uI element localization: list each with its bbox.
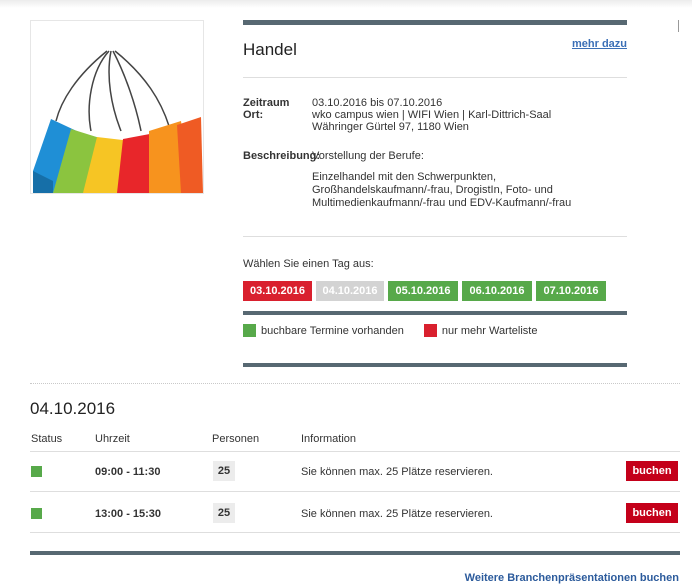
day-button-04[interactable]: 04.10.2016	[316, 281, 384, 301]
event-title: Handel	[243, 40, 297, 59]
waitlist-legend-icon	[423, 324, 437, 337]
separator	[243, 77, 627, 78]
day-buttons: 03.10.2016 04.10.2016 05.10.2016 06.10.2…	[243, 281, 606, 301]
waitlist-legend-label: nur mehr Warteliste	[441, 324, 538, 337]
beschreibung-label: Beschreibung:	[243, 150, 321, 162]
separator	[243, 236, 627, 237]
row-time: 09:00 - 11:30	[95, 466, 161, 478]
book-button[interactable]: buchen	[626, 461, 678, 481]
top-bar	[243, 20, 627, 25]
row-info: Sie können max. 25 Plätze reservieren.	[301, 466, 493, 478]
legend: buchbare Termine vorhanden nur mehr Wart…	[243, 324, 537, 337]
status-indicator-icon	[31, 466, 42, 477]
table-divider	[30, 491, 680, 492]
status-indicator-icon	[31, 508, 42, 519]
day-button-03[interactable]: 03.10.2016	[243, 281, 312, 301]
row-persons: 25	[213, 503, 235, 523]
top-shadow	[0, 0, 692, 8]
schedule-date: 04.10.2016	[30, 399, 116, 418]
beschreibung-intro: Vorstellung der Berufe:	[312, 150, 424, 162]
dotted-divider	[30, 383, 680, 384]
more-presentations-link[interactable]: Weitere Branchenpräsentationen buchen	[465, 572, 679, 584]
row-time: 13:00 - 15:30	[95, 508, 162, 520]
row-info: Sie können max. 25 Plätze reservieren.	[301, 508, 493, 520]
table-divider	[30, 451, 680, 452]
shopping-bags-image	[30, 20, 204, 194]
row-persons: 25	[213, 461, 235, 481]
header-time: Uhrzeit	[95, 433, 130, 445]
ort-line2: Währinger Gürtel 97, 1180 Wien	[312, 121, 469, 133]
header-status: Status	[31, 433, 63, 445]
section-bar	[243, 363, 627, 367]
zeitraum-label: Zeitraum	[243, 97, 290, 109]
divider-mark	[678, 20, 679, 32]
available-legend-icon	[243, 324, 256, 337]
ort-label: Ort:	[243, 109, 264, 121]
table-divider	[30, 532, 680, 533]
day-button-05[interactable]: 05.10.2016	[388, 281, 458, 301]
section-bar	[243, 311, 627, 315]
footer-bar	[30, 551, 680, 555]
header-info: Information	[301, 433, 357, 445]
header-persons: Personen	[212, 433, 260, 445]
day-chooser-label: Wählen Sie einen Tag aus:	[243, 258, 374, 270]
beschreibung-text: Einzelhandel mit den Schwerpunkten, Groß…	[312, 171, 572, 209]
day-button-07[interactable]: 07.10.2016	[536, 281, 606, 301]
book-button[interactable]: buchen	[626, 503, 678, 523]
event-panel: Handel mehr dazu Zeitraum 03.10.2016 bis…	[243, 20, 627, 367]
more-link[interactable]: mehr dazu	[572, 38, 627, 50]
available-legend-label: buchbare Termine vorhanden	[261, 324, 404, 337]
day-button-06[interactable]: 06.10.2016	[462, 281, 532, 301]
